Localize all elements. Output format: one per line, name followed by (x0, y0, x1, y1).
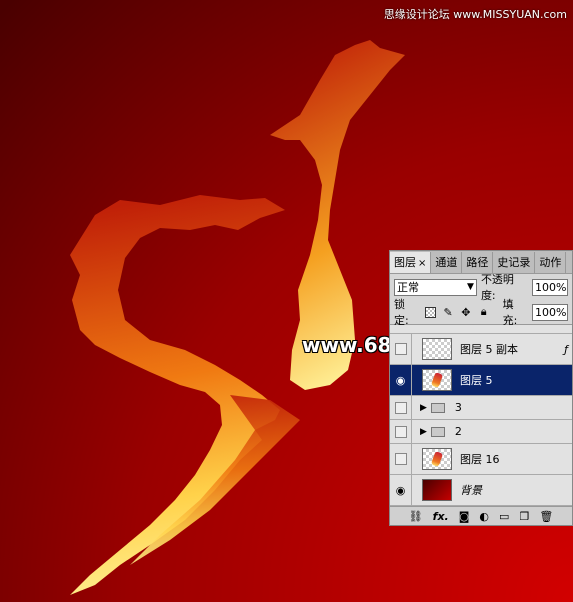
blend-mode-value: 正常 (397, 281, 419, 294)
lock-all-icon[interactable]: 🔒︎ (477, 305, 491, 319)
tab-history[interactable]: 史记录 (493, 252, 536, 273)
fill-field[interactable]: 100% (532, 303, 568, 321)
close-icon[interactable]: × (418, 258, 426, 269)
new-layer-icon[interactable]: ❐ (519, 510, 529, 523)
visibility-off-box (394, 425, 407, 438)
layers-panel: 图层 × 通道 路径 史记录 动作 正常 ▼ 不透明度: 100% 锁定: ✎ ✥… (389, 250, 573, 526)
trash-icon[interactable]: 🗑︎ (539, 510, 553, 523)
layer-name: 图层 5 副本 (460, 343, 518, 356)
lock-transparent-icon[interactable] (423, 305, 437, 319)
blend-mode-select[interactable]: 正常 ▼ (394, 278, 477, 296)
visibility-off-box (394, 401, 407, 414)
visibility-toggle[interactable] (390, 444, 412, 474)
fill-label: 填充: (502, 298, 518, 327)
layer-name: 图层 16 (460, 453, 500, 466)
visibility-toggle[interactable]: ◉ (390, 475, 412, 505)
layer-thumbnail (422, 369, 452, 391)
layer-row-layer5-copy[interactable]: 图层 5 副本 ƒ (390, 334, 572, 365)
lock-brush-icon[interactable]: ✎ (441, 305, 455, 319)
adjustment-icon[interactable]: ◐ (479, 510, 489, 523)
tab-paths[interactable]: 路径 (462, 252, 494, 273)
layer-name: 背景 (460, 484, 482, 497)
layer-name: 2 (454, 425, 462, 438)
layer-thumbnail (422, 448, 452, 470)
layer-name: 图层 5 (460, 374, 493, 387)
visibility-toggle[interactable]: ◉ (390, 365, 412, 395)
tab-layers[interactable]: 图层 × (390, 252, 432, 273)
tab-channels[interactable]: 通道 (431, 252, 463, 273)
layer-name: 3 (454, 401, 462, 414)
visibility-toggle[interactable] (390, 420, 412, 443)
folder-icon (430, 402, 445, 413)
lock-label: 锁定: (394, 298, 409, 327)
expand-arrow-icon[interactable]: ▶ (420, 403, 427, 413)
visibility-toggle[interactable] (390, 396, 412, 419)
layer-row-group-2[interactable]: ▶ 2 (390, 420, 572, 444)
site-watermark-top: 思缘设计论坛 www.MISSYUAN.com (383, 8, 567, 21)
tab-actions[interactable]: 动作 (535, 252, 567, 273)
layer-row-background[interactable]: ◉ 背景 (390, 475, 572, 506)
opacity-field[interactable]: 100% (532, 278, 568, 296)
layers-list: 图层 5 副本 ƒ ◉ 图层 5 ▶ 3 ▶ 2 图层 16 ◉ 背景 (390, 325, 572, 506)
visibility-off-box (394, 343, 407, 355)
eye-icon: ◉ (395, 373, 406, 387)
fx-icon[interactable]: fx. (433, 510, 449, 523)
layer-thumbnail (422, 338, 452, 360)
lock-move-icon[interactable]: ✥ (459, 305, 473, 319)
folder-icon (430, 426, 445, 437)
visibility-toggle[interactable] (390, 334, 412, 364)
layer-row-layer16[interactable]: 图层 16 (390, 444, 572, 475)
lock-fill-row: 锁定: ✎ ✥ 🔒︎ 填充: 100% (390, 298, 572, 327)
eye-icon: ◉ (395, 483, 406, 497)
layer-thumbnail (422, 479, 452, 501)
layer-row-layer5[interactable]: ◉ 图层 5 (390, 365, 572, 396)
folder-icon[interactable]: ▭ (499, 510, 509, 523)
fx-badge-icon[interactable]: ƒ (564, 343, 568, 356)
expand-arrow-icon[interactable]: ▶ (420, 427, 427, 437)
mask-icon[interactable]: ◙ (459, 510, 470, 523)
link-icon[interactable]: ⛓ (409, 510, 423, 523)
visibility-off-box (394, 453, 407, 465)
layer-row-group-3[interactable]: ▶ 3 (390, 396, 572, 420)
panel-bottom-toolbar: ⛓ fx. ◙ ◐ ▭ ❐ 🗑︎ (390, 506, 572, 525)
list-item[interactable] (390, 325, 572, 334)
chevron-down-icon: ▼ (467, 282, 474, 292)
